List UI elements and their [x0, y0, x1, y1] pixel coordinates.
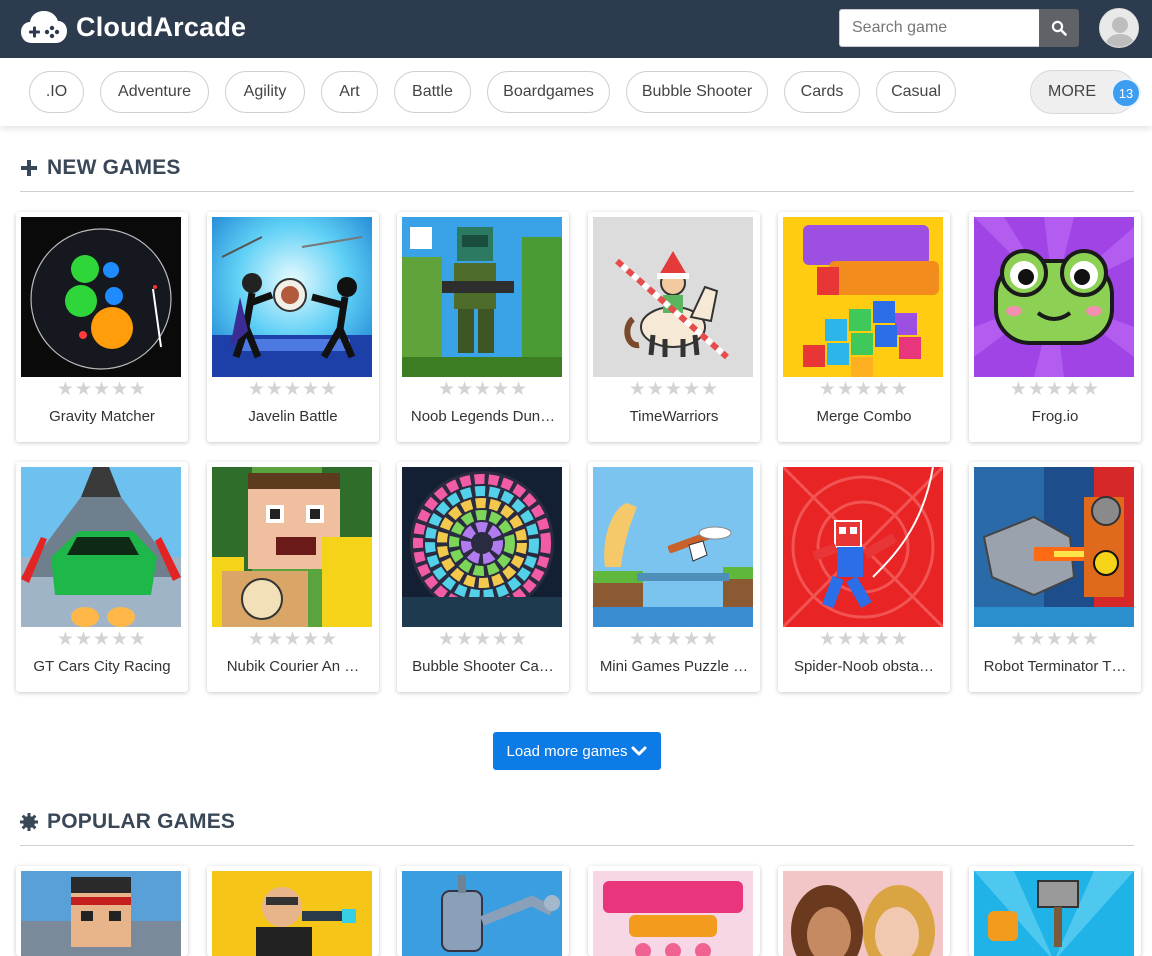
game-thumbnail: [783, 467, 943, 627]
category-chip-art[interactable]: Art: [321, 71, 378, 113]
rating-stars: ★★★★★: [56, 379, 148, 400]
rating-stars: ★★★★★: [247, 379, 339, 400]
game-title: TimeWarriors: [629, 408, 719, 425]
rating-stars: ★★★★★: [628, 379, 720, 400]
game-title: Merge Combo: [816, 408, 912, 425]
game-card-frog-io[interactable]: ★★★★★ Frog.io: [969, 212, 1141, 442]
more-count-badge: 13: [1111, 78, 1141, 108]
new-games-heading: NEW GAMES: [20, 156, 181, 180]
game-thumbnail: [402, 217, 562, 377]
game-thumbnail: [974, 871, 1134, 956]
more-label: MORE: [1048, 83, 1096, 100]
category-chip-bubble-shooter[interactable]: Bubble Shooter: [626, 71, 768, 113]
rating-stars: ★★★★★: [437, 379, 529, 400]
gear-icon: [20, 813, 38, 831]
gamepad-cloud-icon: [21, 11, 67, 43]
popular-game-card[interactable]: [588, 866, 760, 956]
rating-stars: ★★★★★: [247, 629, 339, 650]
popular-games-heading: POPULAR GAMES: [20, 810, 235, 834]
game-thumbnail: [593, 871, 753, 956]
search-input[interactable]: [839, 9, 1039, 47]
popular-game-card[interactable]: [16, 866, 188, 956]
search-button[interactable]: [1039, 9, 1079, 47]
category-bar: .IO Adventure Agility Art Battle Boardga…: [0, 58, 1152, 126]
game-title: Javelin Battle: [248, 408, 338, 425]
game-card-gt-cars[interactable]: ★★★★★ GT Cars City Racing: [16, 462, 188, 692]
load-more-label: Load more games: [506, 742, 628, 760]
section-divider: [20, 191, 1134, 192]
game-thumbnail: [21, 467, 181, 627]
game-thumbnail: [593, 217, 753, 377]
game-title: GT Cars City Racing: [33, 658, 171, 675]
rating-stars: ★★★★★: [437, 629, 529, 650]
load-more-button[interactable]: Load more games: [493, 732, 661, 770]
plus-icon: [21, 160, 37, 176]
category-chip-agility[interactable]: Agility: [225, 71, 305, 113]
rating-stars: ★★★★★: [1009, 629, 1101, 650]
game-card-merge-combo[interactable]: ★★★★★ Merge Combo: [778, 212, 950, 442]
game-card-timewarriors[interactable]: ★★★★★ TimeWarriors: [588, 212, 760, 442]
search-icon: [1051, 20, 1067, 36]
chevron-down-icon: [631, 746, 647, 756]
user-avatar-icon: [1100, 9, 1138, 47]
game-title: Spider-Noob obsta…: [793, 658, 935, 675]
game-thumbnail: [783, 871, 943, 956]
game-thumbnail: [974, 217, 1134, 377]
game-title: Mini Games Puzzle …: [599, 658, 749, 675]
game-thumbnail: [212, 871, 372, 956]
brand-logo[interactable]: CloudArcade: [20, 9, 246, 45]
game-card-javelin-battle[interactable]: ★★★★★ Javelin Battle: [207, 212, 379, 442]
game-title: Gravity Matcher: [49, 408, 155, 425]
popular-game-card[interactable]: [778, 866, 950, 956]
category-chip-cards[interactable]: Cards: [784, 71, 860, 113]
category-chip-boardgames[interactable]: Boardgames: [487, 71, 610, 113]
game-thumbnail: [21, 217, 181, 377]
rating-stars: ★★★★★: [1009, 379, 1101, 400]
category-chip-casual[interactable]: Casual: [876, 71, 956, 113]
game-title: Nubik Courier An …: [226, 658, 360, 675]
game-card-nubik-courier[interactable]: ★★★★★ Nubik Courier An …: [207, 462, 379, 692]
more-categories-button[interactable]: MORE 13: [1030, 70, 1141, 114]
user-avatar[interactable]: [1099, 8, 1139, 48]
game-card-mini-games-puzzle[interactable]: ★★★★★ Mini Games Puzzle …: [588, 462, 760, 692]
game-thumbnail: [21, 871, 181, 956]
game-title: Bubble Shooter Ca…: [412, 658, 554, 675]
rating-stars: ★★★★★: [818, 629, 910, 650]
popular-games-title: POPULAR GAMES: [47, 810, 236, 833]
popular-game-card[interactable]: [207, 866, 379, 956]
popular-game-card[interactable]: [397, 866, 569, 956]
game-thumbnail: [212, 467, 372, 627]
rating-stars: ★★★★★: [818, 379, 910, 400]
rating-stars: ★★★★★: [56, 629, 148, 650]
section-divider: [20, 845, 1134, 846]
game-thumbnail: [783, 217, 943, 377]
category-chip-adventure[interactable]: Adventure: [100, 71, 209, 113]
game-thumbnail: [593, 467, 753, 627]
game-thumbnail: [402, 871, 562, 956]
game-card-robot-terminator[interactable]: ★★★★★ Robot Terminator T…: [969, 462, 1141, 692]
brand-name: CloudArcade: [76, 11, 247, 42]
game-thumbnail: [974, 467, 1134, 627]
game-card-noob-legends[interactable]: ★★★★★ Noob Legends Dun…: [397, 212, 569, 442]
rating-stars: ★★★★★: [628, 629, 720, 650]
game-thumbnail: [402, 467, 562, 627]
game-card-spider-noob[interactable]: ★★★★★ Spider-Noob obsta…: [778, 462, 950, 692]
game-title: Noob Legends Dun…: [410, 408, 556, 425]
game-card-gravity-matcher[interactable]: ★★★★★ Gravity Matcher: [16, 212, 188, 442]
game-title: Robot Terminator T…: [983, 658, 1127, 675]
top-header: CloudArcade: [0, 0, 1152, 58]
game-card-bubble-shooter[interactable]: ★★★★★ Bubble Shooter Ca…: [397, 462, 569, 692]
new-games-title: NEW GAMES: [47, 156, 181, 179]
category-chip-battle[interactable]: Battle: [394, 71, 471, 113]
popular-game-card[interactable]: [969, 866, 1141, 956]
game-thumbnail: [212, 217, 372, 377]
category-chip-io[interactable]: .IO: [29, 71, 84, 113]
game-title: Frog.io: [1031, 408, 1079, 425]
